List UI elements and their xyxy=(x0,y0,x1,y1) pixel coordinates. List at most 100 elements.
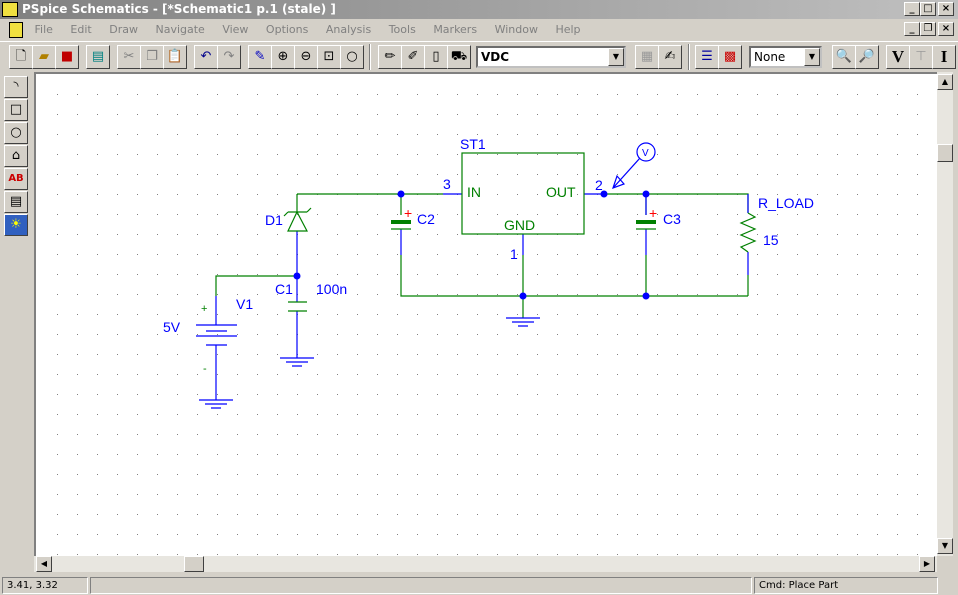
voltage-marker-icon[interactable]: 🔍 xyxy=(832,45,856,69)
status-message xyxy=(90,577,752,594)
setup-icon[interactable]: ▦ xyxy=(635,45,659,69)
part-combo-value: VDC xyxy=(481,50,510,64)
menu-window[interactable]: Window xyxy=(495,23,538,36)
r-load-zigzag xyxy=(739,212,757,253)
pin3-number: 3 xyxy=(443,176,451,192)
i-button[interactable]: I xyxy=(932,45,956,69)
d1-label: D1 xyxy=(265,212,283,228)
pin-wires xyxy=(215,229,402,400)
r-load-value: 15 xyxy=(763,232,779,248)
text-box-icon[interactable]: ▤ xyxy=(4,191,28,213)
draw-bus-icon[interactable]: ✐ xyxy=(401,45,425,69)
grid-dots xyxy=(57,94,918,555)
pin-out-label: OUT xyxy=(546,184,576,200)
ground-wire xyxy=(400,255,748,318)
pin-gnd-label: GND xyxy=(504,217,535,233)
menu-markers[interactable]: Markers xyxy=(433,23,477,36)
scroll-up-icon[interactable]: ▲ xyxy=(937,74,953,90)
menu-bar: File Edit Draw Navigate View Options Ana… xyxy=(0,19,958,40)
cursor-coordinates: 3.41, 3.32 xyxy=(2,577,88,594)
app-icon[interactable] xyxy=(2,2,18,17)
marker-v-label: V xyxy=(642,148,649,159)
menu-edit[interactable]: Edit xyxy=(70,23,91,36)
new-icon[interactable]: 🗋 xyxy=(9,45,33,69)
schematic-canvas[interactable]: ST1 IN OUT GND 3 2 1 D1 C1 100n C2 C3 V1… xyxy=(34,72,937,556)
menu-draw[interactable]: Draw xyxy=(109,23,138,36)
open-icon[interactable]: ▰ xyxy=(32,45,56,69)
menu-navigate[interactable]: Navigate xyxy=(155,23,204,36)
close-button[interactable]: × xyxy=(938,2,954,16)
current-marker-icon[interactable]: 🔎 xyxy=(855,45,879,69)
draw-block-icon[interactable]: ▯ xyxy=(424,45,448,69)
probe-icon[interactable]: ▩ xyxy=(718,45,742,69)
copy-icon[interactable]: ❐ xyxy=(140,45,164,69)
redo-icon[interactable]: ↷ xyxy=(217,45,241,69)
save-icon[interactable]: ■ xyxy=(55,45,79,69)
r-load-label: R_LOAD xyxy=(758,195,814,211)
menu-file[interactable]: File xyxy=(35,23,53,36)
scroll-right-icon[interactable]: ▶ xyxy=(919,556,935,572)
menu-help[interactable]: Help xyxy=(555,23,580,36)
maximize-button[interactable]: □ xyxy=(920,2,936,16)
circle-icon[interactable]: ○ xyxy=(4,122,28,144)
menu-tools[interactable]: Tools xyxy=(389,23,416,36)
zoom-out-icon[interactable]: ⊖ xyxy=(294,45,318,69)
simulation-setup-icon[interactable]: ☰ xyxy=(695,45,719,69)
horizontal-scroll-thumb[interactable] xyxy=(184,556,204,572)
c3-label: C3 xyxy=(663,211,681,227)
print-icon[interactable]: ▤ xyxy=(86,45,110,69)
v1-minus: - xyxy=(203,363,207,375)
v1-plus: + xyxy=(201,303,207,315)
doc-close-button[interactable]: × xyxy=(938,22,954,36)
vertical-scroll-thumb[interactable] xyxy=(937,144,953,162)
d1-zener xyxy=(283,207,312,232)
scroll-down-icon[interactable]: ▼ xyxy=(937,538,953,554)
edit-attributes-icon[interactable]: ✍ xyxy=(658,45,682,69)
undo-icon[interactable]: ↶ xyxy=(194,45,218,69)
command-status: Cmd: Place Part xyxy=(754,577,938,594)
menu-analysis[interactable]: Analysis xyxy=(326,23,371,36)
c1-value: 100n xyxy=(316,281,347,297)
toolbar-separator xyxy=(369,44,371,70)
picture-icon[interactable]: ☀ xyxy=(4,214,28,236)
paste-icon[interactable]: 📋 xyxy=(163,45,187,69)
schematic: ST1 IN OUT GND 3 2 1 D1 C1 100n C2 C3 V1… xyxy=(57,94,918,555)
chevron-down-icon[interactable]: ▼ xyxy=(804,48,820,66)
polyline-icon[interactable]: ⌂ xyxy=(4,145,28,167)
drawing-toolbar: ◝ □ ○ ⌂ AB ▤ ☀ xyxy=(4,76,30,237)
scroll-left-icon[interactable]: ◀ xyxy=(36,556,52,572)
vertical-scrollbar[interactable]: ▲ ▼ xyxy=(937,72,953,556)
title-bar: PSpice Schematics - [*Schematic1 p.1 (st… xyxy=(0,0,958,19)
marker-pointer xyxy=(612,157,641,189)
minimize-button[interactable]: _ xyxy=(904,2,920,16)
highlight-icon[interactable]: ✎ xyxy=(248,45,272,69)
marker-combo-value: None xyxy=(754,50,786,64)
zoom-fit-icon[interactable]: ○ xyxy=(340,45,364,69)
doc-minimize-button[interactable]: _ xyxy=(904,22,920,36)
draw-wire-icon[interactable]: ✏ xyxy=(378,45,402,69)
differential-voltage-icon[interactable]: ⊤ xyxy=(909,45,933,69)
c1-plates xyxy=(288,301,307,312)
zoom-area-icon[interactable]: ⊡ xyxy=(317,45,341,69)
arc-icon[interactable]: ◝ xyxy=(4,76,28,98)
menu-view[interactable]: View xyxy=(222,23,248,36)
ground-symbols xyxy=(199,317,540,409)
doc-restore-button[interactable]: ❐ xyxy=(920,22,936,36)
get-part-icon[interactable]: ⛟ xyxy=(447,45,471,69)
horizontal-scrollbar[interactable]: ◀ ▶ xyxy=(34,556,937,572)
document-icon[interactable] xyxy=(9,22,23,38)
cut-icon[interactable]: ✂ xyxy=(117,45,141,69)
v1-battery xyxy=(196,324,237,346)
pin-in-label: IN xyxy=(467,184,481,200)
v-button[interactable]: V xyxy=(886,45,910,69)
text-icon[interactable]: AB xyxy=(4,168,28,190)
part-combo[interactable]: VDC ▼ xyxy=(476,46,626,68)
zoom-in-icon[interactable]: ⊕ xyxy=(271,45,295,69)
pin2-number: 2 xyxy=(595,177,603,193)
chevron-down-icon[interactable]: ▼ xyxy=(608,48,624,66)
box-icon[interactable]: □ xyxy=(4,99,28,121)
c2-label: C2 xyxy=(417,211,435,227)
toolbar: 🗋 ▰ ■ ▤ ✂ ❐ 📋 ↶ ↷ ✎ ⊕ ⊖ ⊡ ○ ✏ ✐ ▯ ⛟ VDC ▼… xyxy=(0,41,958,71)
marker-combo[interactable]: None ▼ xyxy=(749,46,822,68)
menu-options[interactable]: Options xyxy=(266,23,308,36)
